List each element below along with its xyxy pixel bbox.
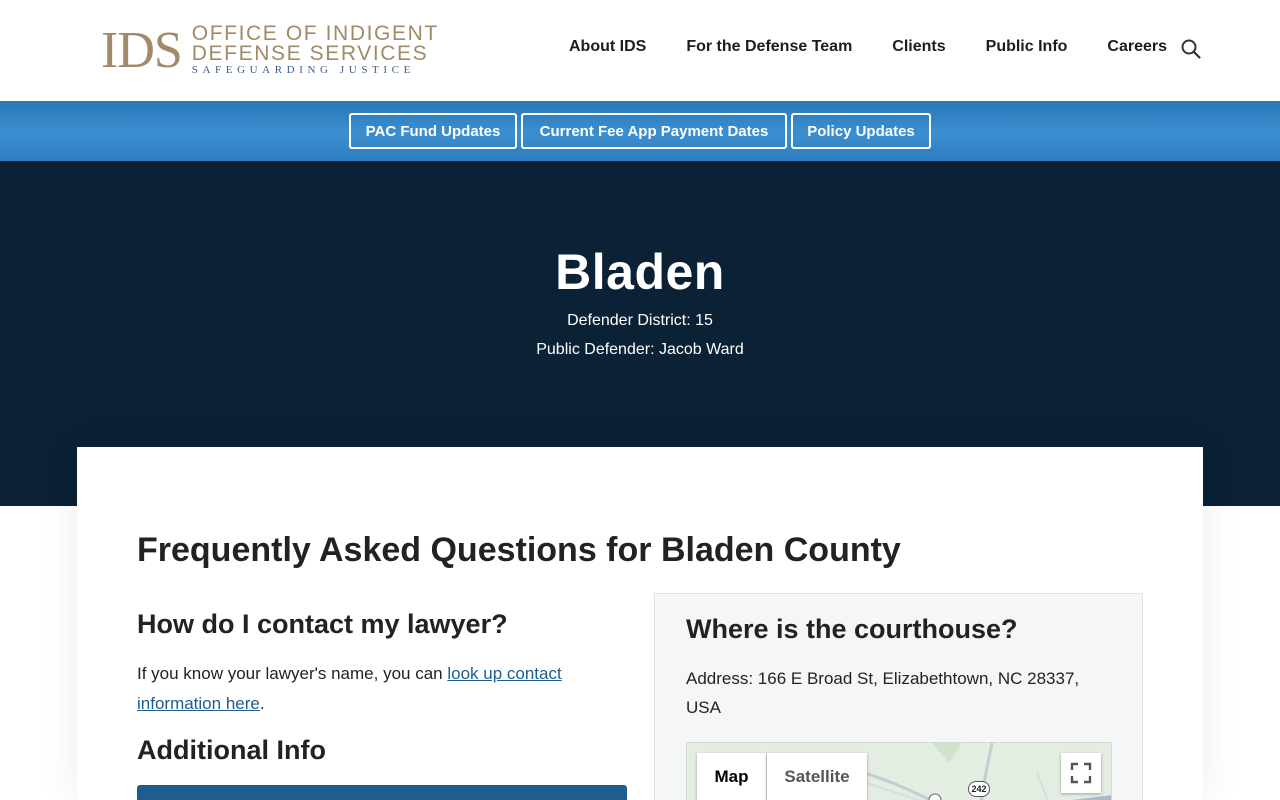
fee-app-payment-dates-button[interactable]: Current Fee App Payment Dates xyxy=(521,113,787,149)
nav-clients[interactable]: Clients xyxy=(892,38,945,56)
nav-public-info[interactable]: Public Info xyxy=(986,38,1068,56)
site-header: IDS OFFICE OF INDIGENT DEFENSE SERVICES … xyxy=(0,0,1280,101)
pac-fund-updates-button[interactable]: PAC Fund Updates xyxy=(349,113,517,149)
ids-logo[interactable]: IDS OFFICE OF INDIGENT DEFENSE SERVICES … xyxy=(101,21,439,79)
fullscreen-icon[interactable] xyxy=(1061,753,1101,793)
courthouse-heading: Where is the courthouse? xyxy=(686,614,1018,644)
contact-text-after: . xyxy=(259,694,265,713)
map-tab-satellite[interactable]: Satellite xyxy=(767,753,867,800)
policy-updates-button[interactable]: Policy Updates xyxy=(791,113,931,149)
defender-district: Defender District: 15 xyxy=(567,312,713,329)
contact-lawyer-text: If you know your lawyer's name, you can … xyxy=(137,659,617,719)
logo-text: OFFICE OF INDIGENT DEFENSE SERVICES SAFE… xyxy=(191,22,439,77)
logo-tagline: SAFEGUARDING JUSTICE xyxy=(191,64,415,76)
courthouse-box: Where is the courthouse? Address: 166 E … xyxy=(654,593,1143,800)
additional-info-accordion[interactable] xyxy=(137,785,627,800)
faq-card: Frequently Asked Questions for Bladen Co… xyxy=(77,447,1203,800)
page-title: Bladen xyxy=(555,244,725,300)
contact-lawyer-heading: How do I contact my lawyer? xyxy=(137,609,508,639)
route-marker: 242 xyxy=(968,781,990,797)
search-icon[interactable] xyxy=(1180,38,1202,60)
courthouse-map[interactable]: Map Satellite 242 xyxy=(686,742,1112,800)
logo-line-1: OFFICE OF INDIGENT xyxy=(191,22,439,45)
courthouse-address: Address: 166 E Broad St, Elizabethtown, … xyxy=(686,669,1080,717)
faq-title: Frequently Asked Questions for Bladen Co… xyxy=(137,531,901,569)
logo-abbr: IDS xyxy=(101,21,183,79)
nav-for-the-defense-team[interactable]: For the Defense Team xyxy=(686,38,852,56)
nav-about-ids[interactable]: About IDS xyxy=(569,38,646,56)
map-tab-map[interactable]: Map xyxy=(697,753,766,800)
additional-info-heading: Additional Info xyxy=(137,735,326,765)
logo-line-2: DEFENSE SERVICES xyxy=(191,42,429,65)
public-defender: Public Defender: Jacob Ward xyxy=(536,341,744,358)
nav-careers[interactable]: Careers xyxy=(1107,38,1167,56)
quicklinks-bar: PAC Fund Updates Current Fee App Payment… xyxy=(0,101,1280,161)
main-nav: About IDS For the Defense Team Clients P… xyxy=(569,38,1207,56)
contact-text-before: If you know your lawyer's name, you can xyxy=(137,664,448,683)
